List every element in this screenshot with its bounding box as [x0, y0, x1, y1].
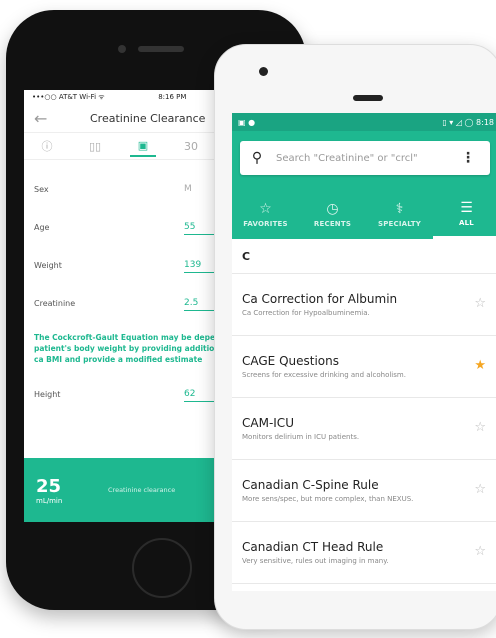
home-button[interactable] — [132, 538, 192, 598]
notification-icons: ▣ ● — [238, 117, 256, 127]
list-item[interactable]: Canadian C-Spine Rule More sens/spec, bu… — [232, 460, 496, 522]
android-screen: ▣ ● ▯ ▾ ◿ ◯ 8:18 ⚲ ⋮ ☆ FAVORITES ◷ RECEN… — [232, 113, 496, 591]
calculator-icon[interactable]: ▣ — [130, 135, 156, 157]
tab-label: RECENTS — [313, 220, 352, 228]
android-device: ▣ ● ▯ ▾ ◿ ◯ 8:18 ⚲ ⋮ ☆ FAVORITES ◷ RECEN… — [214, 44, 496, 630]
tab-recents[interactable]: ◷ RECENTS — [299, 189, 366, 239]
stethoscope-icon: ⚕ — [395, 201, 404, 217]
list-item[interactable]: Canadian CT Head Rule Very sensitive, ru… — [232, 522, 496, 584]
star-outline-icon[interactable]: ☆ — [474, 296, 486, 311]
overflow-menu-icon[interactable]: ⋮ — [458, 150, 478, 166]
carrier-label: •••○○ AT&T Wi-Fi ᯤ — [32, 92, 105, 101]
item-subtitle: Monitors delirium in ICU patients. — [242, 432, 360, 441]
tab-all[interactable]: ☰ ALL — [433, 189, 496, 239]
search-icon[interactable]: ⚲ — [240, 150, 274, 166]
list-item[interactable]: CAGE Questions Screens for excessive dri… — [232, 336, 496, 398]
result-unit: mL/min — [36, 496, 63, 505]
tab-more-icon[interactable]: 30 — [178, 136, 204, 156]
item-title: Canadian C-Spine Rule — [242, 477, 379, 492]
star-outline-icon[interactable]: ☆ — [474, 420, 486, 435]
status-time: 8:16 PM — [158, 93, 187, 101]
page-title: Creatinine Clearance — [90, 111, 206, 125]
android-speaker — [353, 95, 383, 101]
tab-label: FAVORITES — [243, 220, 288, 228]
item-subtitle: Ca Correction for Hypoalbuminemia. — [242, 308, 370, 317]
iphone-camera — [118, 45, 126, 53]
list-item[interactable]: CAM-ICU Monitors delirium in ICU patient… — [232, 398, 496, 460]
status-time: 8:18 — [476, 117, 494, 127]
list-icon: ☰ — [460, 199, 473, 216]
item-subtitle: Screens for excessive drinking and alcoh… — [242, 370, 406, 379]
tab-bar: ☆ FAVORITES ◷ RECENTS ⚕ SPECIALTY ☰ ALL — [232, 189, 496, 239]
android-status-bar: ▣ ● ▯ ▾ ◿ ◯ 8:18 — [232, 113, 496, 131]
result-number: 25 — [36, 475, 62, 497]
tab-label: ALL — [459, 218, 474, 227]
clock-icon: ◷ — [326, 201, 339, 217]
tab-favorites[interactable]: ☆ FAVORITES — [232, 189, 299, 239]
item-title: CAGE Questions — [242, 353, 339, 368]
tab-specialty[interactable]: ⚕ SPECIALTY — [366, 189, 433, 239]
field-label: Creatinine — [34, 298, 76, 308]
field-label: Height — [34, 389, 61, 399]
iphone-speaker — [138, 46, 184, 52]
star-icon: ☆ — [259, 201, 272, 217]
star-outline-icon[interactable]: ☆ — [474, 482, 486, 497]
list-item[interactable]: Ca Correction for Albumin Ca Correction … — [232, 274, 496, 336]
star-filled-icon[interactable]: ★ — [474, 358, 486, 373]
result-value: 25 mL/min — [24, 476, 96, 505]
android-camera — [259, 67, 268, 76]
item-title: Canadian CT Head Rule — [242, 539, 384, 554]
item-subtitle: Very sensitive, rules out imaging in man… — [242, 556, 389, 565]
tab-label: SPECIALTY — [377, 220, 422, 228]
field-label: Weight — [34, 260, 62, 270]
app-bar: ⚲ ⋮ ☆ FAVORITES ◷ RECENTS ⚕ SPECIALTY — [232, 131, 496, 239]
back-arrow-icon[interactable]: ← — [34, 109, 74, 128]
field-label: Age — [34, 222, 50, 232]
status-indicators: ▯ ▾ ◿ ◯ 8:18 — [442, 117, 494, 127]
search-bar: ⚲ ⋮ — [240, 141, 490, 175]
book-icon[interactable]: ▯▯ — [82, 136, 108, 156]
item-subtitle: More sens/spec, but more complex, than N… — [242, 494, 414, 503]
item-title: CAM-ICU — [242, 415, 294, 430]
field-label: Sex — [34, 184, 49, 194]
info-icon[interactable]: ⓘ — [34, 136, 60, 156]
search-input[interactable] — [274, 151, 458, 165]
result-label: Creatinine clearance — [108, 486, 176, 494]
section-header: C — [232, 239, 496, 274]
star-outline-icon[interactable]: ☆ — [474, 544, 486, 559]
item-title: Ca Correction for Albumin — [242, 291, 398, 306]
